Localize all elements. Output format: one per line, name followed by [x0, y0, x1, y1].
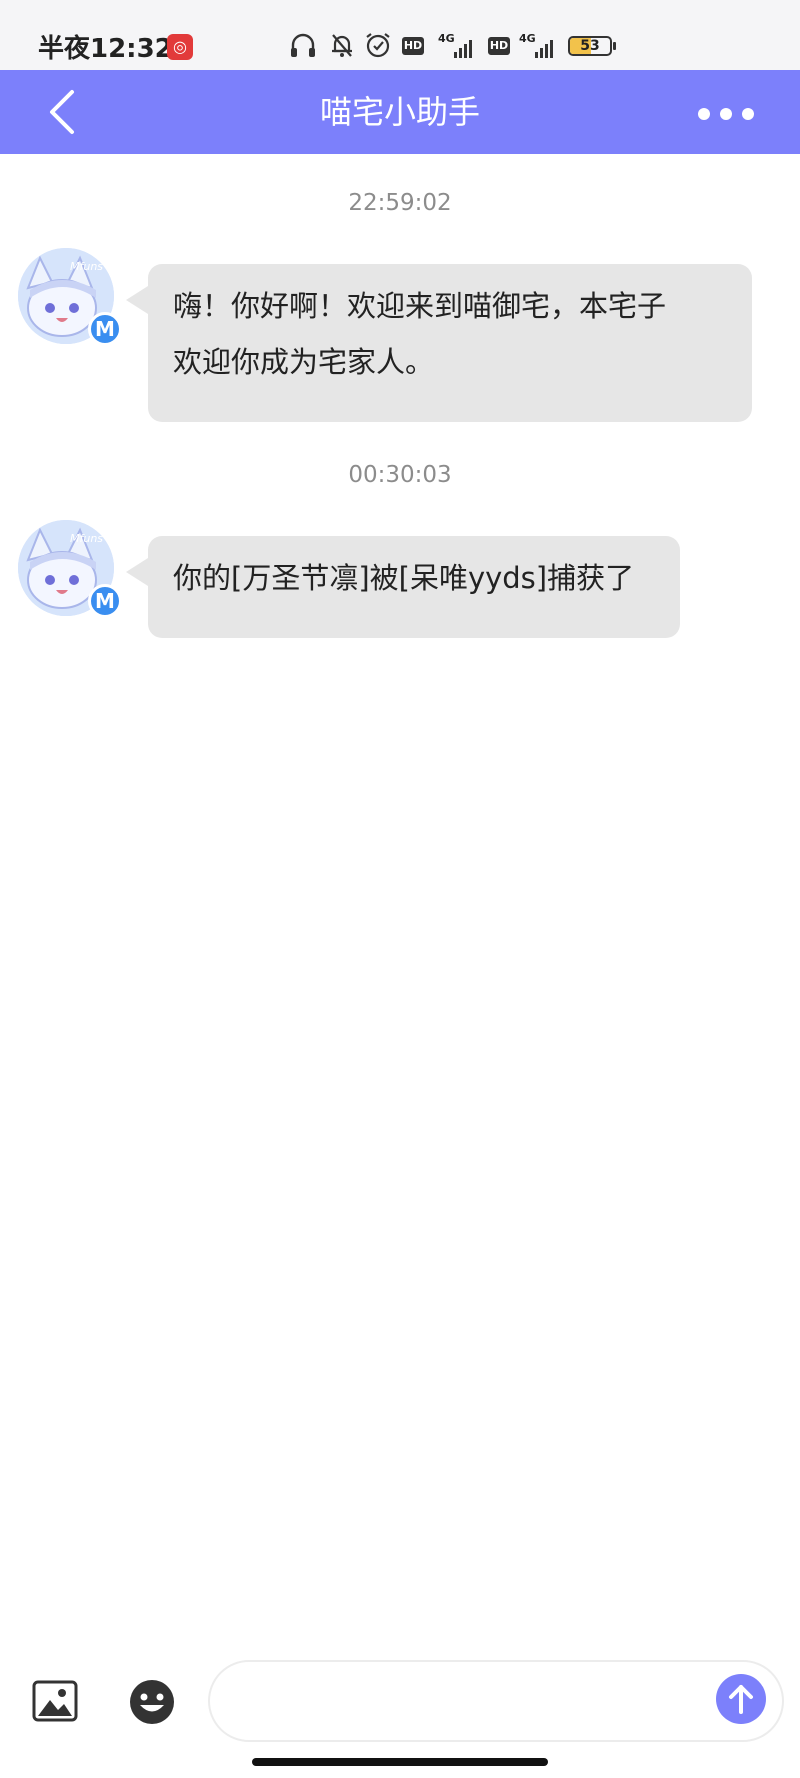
avatar[interactable]: Mfuns M	[18, 248, 122, 348]
more-dot-icon	[720, 108, 732, 120]
home-indicator[interactable]	[252, 1758, 548, 1766]
message-timestamp: 22:59:02	[348, 190, 452, 216]
battery-tip	[613, 42, 616, 50]
bubble-tail	[126, 286, 148, 314]
message-timestamp: 00:30:03	[348, 462, 452, 488]
bubble-tail	[126, 558, 148, 586]
verified-badge: M	[88, 312, 122, 346]
back-button[interactable]	[40, 84, 96, 140]
chevron-left-icon	[50, 90, 74, 134]
arrow-up-icon	[729, 1685, 753, 1714]
bell-muted-icon	[327, 30, 357, 60]
hd-badge: HD	[402, 37, 424, 55]
more-options-button[interactable]	[690, 84, 770, 140]
hd-badge: HD	[488, 37, 510, 55]
status-time: 半夜12:32	[38, 34, 173, 64]
send-button[interactable]	[716, 1674, 766, 1724]
message-text-line: 欢迎你成为宅家人。	[173, 345, 435, 379]
more-dot-icon	[742, 108, 754, 120]
message-bubble[interactable]: 你的[万圣节凛]被[呆唯yyds]捕获了	[148, 536, 680, 638]
verified-badge: M	[88, 584, 122, 618]
avatar[interactable]: Mfuns M	[18, 520, 122, 620]
emoji-button[interactable]	[128, 1678, 176, 1726]
message-text-line: 你的[万圣节凛]被[呆唯yyds]捕获了	[173, 561, 635, 595]
battery-icon: 53	[568, 36, 612, 56]
image-icon	[32, 1680, 78, 1722]
chat-title: 喵宅小助手	[319, 93, 480, 131]
battery-percent: 53	[580, 38, 600, 54]
music-app-icon: ◎	[167, 34, 193, 60]
smiley-icon	[130, 1680, 174, 1724]
more-dot-icon	[698, 108, 710, 120]
image-button[interactable]	[32, 1678, 78, 1724]
signal-icon	[448, 32, 478, 62]
avatar-text: Mfuns	[70, 260, 103, 273]
signal-icon	[529, 32, 559, 62]
message-input[interactable]	[208, 1660, 784, 1742]
chat-header: 喵宅小助手	[0, 70, 800, 154]
avatar-text: Mfuns	[70, 532, 103, 545]
alarm-icon	[363, 30, 393, 60]
headphones-icon	[288, 30, 318, 60]
message-bubble[interactable]: 嗨！你好啊！欢迎来到喵御宅，本宅子 欢迎你成为宅家人。	[148, 264, 752, 422]
status-bar: 半夜12:32 ◎ HD 4G HD 4G 53	[0, 0, 800, 70]
message-text-line: 嗨！你好啊！欢迎来到喵御宅，本宅子	[173, 289, 667, 323]
